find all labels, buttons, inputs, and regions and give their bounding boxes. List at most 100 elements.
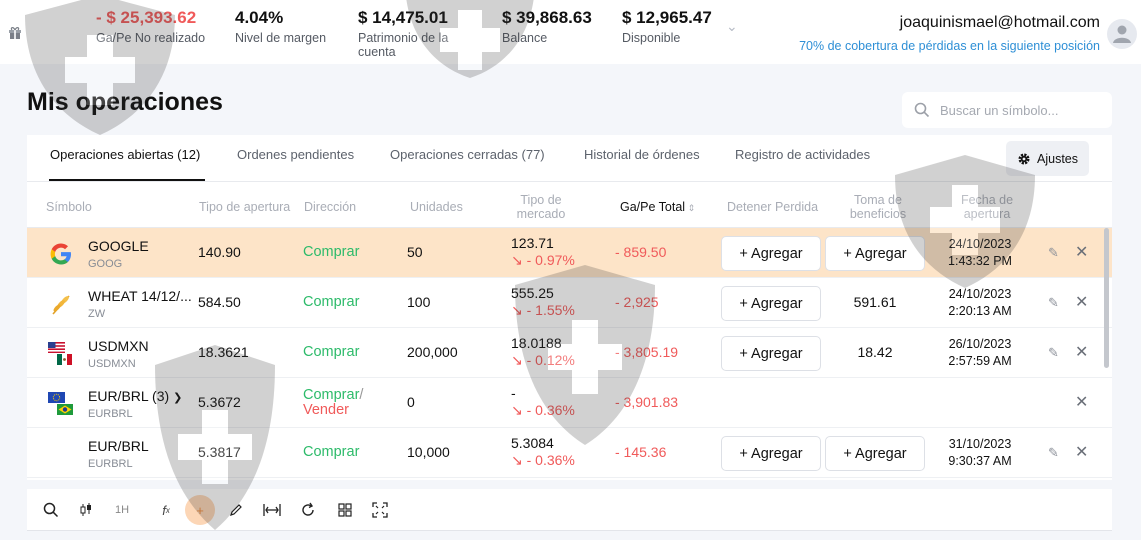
- market-change: ↘ - 0.36%: [511, 402, 575, 418]
- indicators-icon[interactable]: fx: [155, 499, 177, 521]
- chevron-down-icon[interactable]: ⌄: [726, 18, 738, 35]
- google-logo-icon: [50, 243, 71, 265]
- close-icon[interactable]: ✕: [1075, 442, 1088, 462]
- add-stop-loss-button[interactable]: + Agregar: [721, 336, 821, 371]
- add-icon[interactable]: +: [185, 495, 215, 525]
- symbol-code: USDMXN: [88, 358, 136, 370]
- available-value: $ 12,965.47: [622, 8, 712, 27]
- equity-value: $ 14,475.01: [358, 8, 448, 27]
- open-price: 5.3817: [198, 444, 241, 460]
- settings-label: Ajustes: [1037, 151, 1078, 166]
- open-price: 5.3672: [198, 394, 241, 410]
- interval-selector[interactable]: 1H: [111, 499, 133, 521]
- col-open-date[interactable]: Fecha de apertura: [947, 193, 1027, 221]
- edit-icon[interactable]: ✎: [1048, 345, 1059, 361]
- col-stop-loss[interactable]: Detener Perdida: [727, 200, 818, 214]
- balance-value: $ 39,868.63: [502, 8, 592, 27]
- tab-order-history[interactable]: Historial de órdenes: [584, 147, 700, 162]
- table-scrollbar[interactable]: [1104, 228, 1109, 368]
- table-row[interactable]: GOOGLE GOOG 140.90 Comprar 50 123.71 ↘ - …: [27, 228, 1112, 278]
- fit-width-icon[interactable]: [261, 499, 283, 521]
- tab-pending-orders[interactable]: Ordenes pendientes: [237, 147, 354, 162]
- table-row[interactable]: WHEAT 14/12/... ZW 584.50 Comprar 100 55…: [27, 278, 1112, 328]
- table-row-group[interactable]: EUR/BRL (3) ❯ EURBRL 5.3672 Comprar/ Vend…: [27, 378, 1112, 428]
- market-change: ↘ - 0.12%: [511, 352, 575, 368]
- candlestick-icon[interactable]: [75, 499, 97, 521]
- market-price-value: -: [511, 385, 516, 401]
- open-date-day: 26/10/2023: [948, 337, 1012, 351]
- col-symbol[interactable]: Símbolo: [46, 200, 92, 214]
- symbol-name: WHEAT 14/12/...: [88, 288, 192, 304]
- add-stop-loss-button[interactable]: + Agregar: [721, 236, 821, 271]
- user-icon: [1113, 25, 1131, 43]
- search-input[interactable]: [940, 102, 1100, 118]
- symbol-name[interactable]: EUR/BRL (3) ❯: [88, 388, 182, 404]
- add-stop-loss-button[interactable]: + Agregar: [721, 286, 821, 321]
- take-profit-value[interactable]: 18.42: [825, 344, 925, 360]
- take-profit-value[interactable]: 591.61: [825, 294, 925, 310]
- add-stop-loss-button[interactable]: + Agregar: [721, 436, 821, 471]
- direction-separator: /: [359, 387, 364, 403]
- tab-open-operations[interactable]: Operaciones abiertas (12): [50, 147, 200, 162]
- close-icon[interactable]: ✕: [1075, 392, 1088, 412]
- available-stat: $ 12,965.47 Disponible: [622, 8, 712, 45]
- close-icon[interactable]: ✕: [1075, 342, 1088, 362]
- units: 200,000: [407, 344, 458, 360]
- col-direction[interactable]: Dirección: [304, 200, 356, 214]
- avatar[interactable]: [1107, 19, 1137, 49]
- col-open-type[interactable]: Tipo de apertura: [199, 200, 290, 214]
- layout-grid-icon[interactable]: [334, 499, 356, 521]
- market-price-value: 123.71: [511, 235, 554, 251]
- chevron-down-icon: ❯: [173, 392, 183, 404]
- col-units[interactable]: Unidades: [410, 200, 463, 214]
- tab-activity-log[interactable]: Registro de actividades: [735, 147, 870, 162]
- fullscreen-icon[interactable]: [369, 499, 391, 521]
- equity-stat: $ 14,475.01 Patrimonio de la cuenta: [358, 8, 488, 59]
- available-label: Disponible: [622, 31, 681, 45]
- add-take-profit-button[interactable]: + Agregar: [825, 436, 925, 471]
- open-date-day: 31/10/2023: [948, 437, 1012, 451]
- open-date: 31/10/2023 9:30:37 AM: [927, 436, 1033, 470]
- unrealized-pnl-value: - $ 25,393.62: [96, 8, 197, 27]
- col-pnl-total[interactable]: Ga/Pe Total ⇕: [620, 200, 695, 215]
- unrealized-pnl-label: Ga/Pe No realizado: [96, 31, 206, 45]
- settings-button[interactable]: Ajustes: [1006, 141, 1089, 176]
- operations-tabs: Operaciones abiertas (12) Ordenes pendie…: [27, 135, 1112, 182]
- open-date-time: 2:57:59 AM: [948, 354, 1012, 368]
- close-icon[interactable]: ✕: [1075, 292, 1088, 312]
- account-email: joaquinismael@hotmail.com: [899, 14, 1100, 31]
- add-take-profit-button[interactable]: + Agregar: [825, 236, 925, 271]
- edit-icon[interactable]: ✎: [1048, 295, 1059, 311]
- col-take-profit[interactable]: Toma de beneficios: [842, 193, 914, 221]
- col-market-type[interactable]: Tipo de mercado: [511, 193, 571, 221]
- wheat-icon: [52, 295, 70, 315]
- edit-icon[interactable]: ✎: [1048, 245, 1059, 261]
- operations-table: GOOGLE GOOG 140.90 Comprar 50 123.71 ↘ - …: [27, 228, 1112, 478]
- draw-pencil-icon[interactable]: [225, 499, 247, 521]
- edit-icon[interactable]: ✎: [1048, 445, 1059, 461]
- market-price: - ↘ - 0.36%: [511, 385, 575, 419]
- symbol-name: USDMXN: [88, 338, 149, 354]
- tab-closed-operations[interactable]: Operaciones cerradas (77): [390, 147, 545, 162]
- margin-level-label: Nivel de margen: [235, 31, 327, 45]
- open-date-time: 9:30:37 AM: [948, 454, 1012, 468]
- table-header: Símbolo Tipo de apertura Dirección Unida…: [27, 182, 1112, 228]
- direction: Comprar: [303, 344, 360, 360]
- active-tab-indicator: [49, 179, 205, 181]
- table-row[interactable]: USDMXN USDMXN 18.3621 Comprar 200,000 18…: [27, 328, 1112, 378]
- zoom-search-icon[interactable]: [40, 499, 62, 521]
- loss-coverage-link[interactable]: 70% de cobertura de pérdidas en la sigui…: [799, 39, 1100, 53]
- units: 50: [407, 244, 423, 260]
- gift-icon[interactable]: [8, 26, 22, 40]
- open-price: 584.50: [198, 294, 241, 310]
- symbol-search[interactable]: [902, 92, 1112, 128]
- open-price: 140.90: [198, 244, 241, 260]
- close-icon[interactable]: ✕: [1075, 242, 1088, 262]
- market-change: ↘ - 0.97%: [511, 252, 575, 268]
- units: 0: [407, 394, 415, 410]
- pnl-total: - 3,901.83: [615, 394, 679, 410]
- refresh-icon[interactable]: [297, 499, 319, 521]
- symbol-code: GOOG: [88, 258, 123, 270]
- table-row[interactable]: EUR/BRL EURBRL 5.3817 Comprar 10,000 5.3…: [27, 428, 1112, 478]
- search-icon: [914, 102, 930, 118]
